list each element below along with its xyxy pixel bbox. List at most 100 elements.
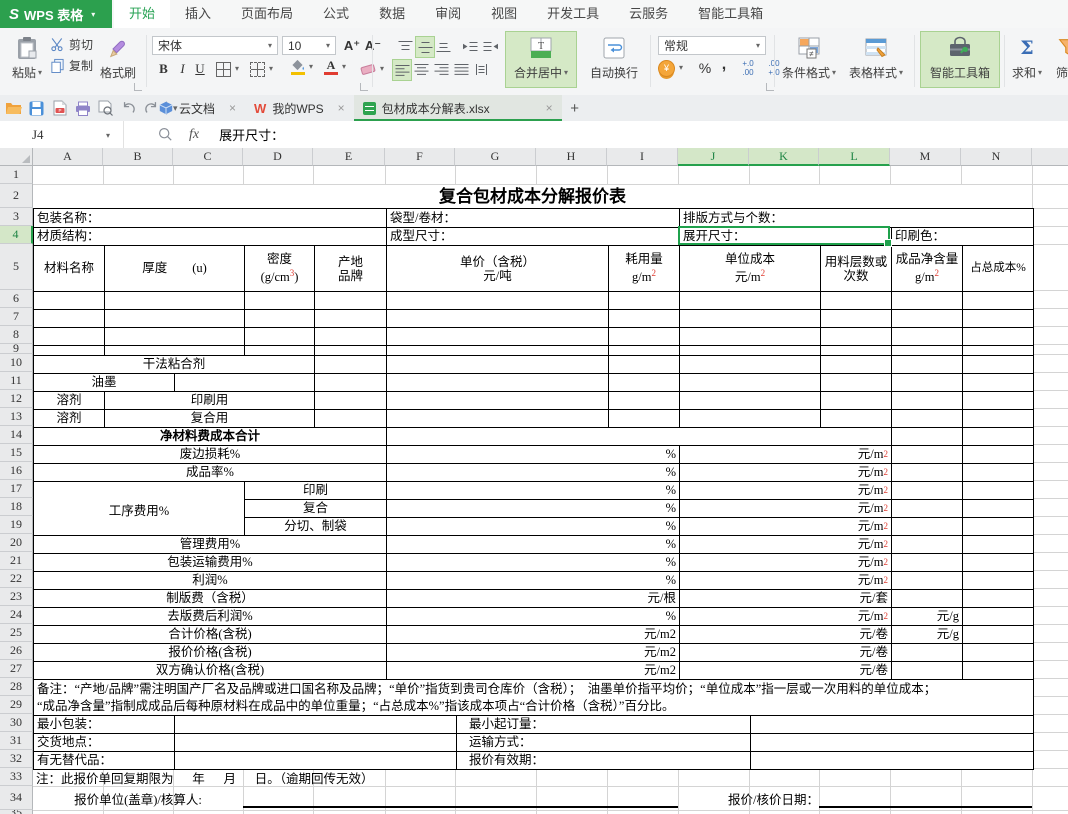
empty-cell[interactable] bbox=[962, 553, 1033, 571]
cell-total-price[interactable]: 合计价格(含税) bbox=[34, 625, 386, 643]
empty-cell[interactable] bbox=[962, 427, 1033, 445]
date-line[interactable] bbox=[819, 786, 1032, 808]
search-icon[interactable] bbox=[158, 127, 173, 142]
row-header[interactable]: 6 bbox=[0, 290, 33, 308]
row-header[interactable]: 8 bbox=[0, 326, 33, 344]
empty-cell[interactable] bbox=[608, 391, 679, 409]
row-header[interactable]: 22 bbox=[0, 570, 33, 588]
empty-cell[interactable] bbox=[820, 391, 891, 409]
align-left-button[interactable] bbox=[392, 59, 412, 81]
cell-unit[interactable]: 元/m2 bbox=[679, 481, 891, 499]
empty-cell[interactable] bbox=[891, 291, 962, 309]
empty-cell[interactable] bbox=[608, 345, 679, 355]
empty-cell[interactable] bbox=[962, 589, 1033, 607]
col-layer-count[interactable]: 用料层数或 次数 bbox=[820, 245, 891, 291]
empty-cell[interactable] bbox=[34, 309, 104, 327]
empty-cell[interactable] bbox=[820, 345, 891, 355]
empty-cell[interactable] bbox=[314, 391, 386, 409]
empty-cell[interactable] bbox=[962, 391, 1033, 409]
menu-tab-smart-toolbox[interactable]: 智能工具箱 bbox=[683, 0, 778, 28]
print-preview-button[interactable] bbox=[97, 100, 114, 117]
empty-cell[interactable] bbox=[679, 355, 820, 373]
empty-cell[interactable] bbox=[962, 309, 1033, 327]
signature-line[interactable] bbox=[243, 786, 678, 808]
menu-tab-developer[interactable]: 开发工具 bbox=[532, 0, 614, 28]
cell-net-material-total[interactable]: 净材料费成本合计 bbox=[34, 427, 386, 445]
row-header[interactable]: 5 bbox=[0, 244, 33, 290]
empty-cell[interactable] bbox=[962, 291, 1033, 309]
increase-font-button[interactable]: A⁺ bbox=[342, 36, 362, 56]
row-header[interactable]: 2 bbox=[0, 184, 33, 208]
empty-cell[interactable] bbox=[386, 427, 891, 445]
cell-process-fee[interactable]: 工序费用% bbox=[34, 481, 244, 536]
empty-cell[interactable] bbox=[314, 291, 386, 309]
row-header[interactable]: 26 bbox=[0, 642, 33, 660]
col-header-f[interactable]: F bbox=[385, 148, 455, 166]
align-center-button[interactable] bbox=[412, 59, 430, 79]
font-color-button[interactable]: A ▾ bbox=[324, 57, 346, 77]
cell-quote-unit-sign[interactable]: 报价单位(盖章)/核算人: bbox=[33, 786, 243, 810]
save-button[interactable] bbox=[28, 100, 45, 117]
increase-decimal-button[interactable]: +.0 .00 bbox=[736, 58, 760, 78]
empty-cell[interactable] bbox=[608, 409, 679, 427]
row-header[interactable]: 35 bbox=[0, 810, 33, 814]
new-tab-button[interactable]: + bbox=[562, 95, 588, 121]
cell-quote-date-label[interactable]: 报价/核价日期： bbox=[678, 786, 819, 810]
col-consumption[interactable]: 耗用量 g/m2 bbox=[608, 245, 679, 291]
empty-cell[interactable] bbox=[34, 291, 104, 309]
empty-cell[interactable] bbox=[244, 291, 314, 309]
align-right-button[interactable] bbox=[432, 59, 450, 79]
row-header[interactable]: 24 bbox=[0, 606, 33, 624]
cut-button[interactable]: 剪切 bbox=[50, 34, 93, 54]
empty-cell[interactable] bbox=[679, 373, 820, 391]
cell-min-package[interactable]: 最小包装： bbox=[34, 715, 174, 733]
comma-format-button[interactable]: , bbox=[718, 55, 730, 75]
col-header-d[interactable]: D bbox=[243, 148, 313, 166]
col-material-name[interactable]: 材料名称 bbox=[34, 245, 104, 291]
row-header[interactable]: 11 bbox=[0, 372, 33, 390]
empty-cell[interactable] bbox=[891, 373, 962, 391]
empty-cell[interactable] bbox=[314, 409, 386, 427]
row-header[interactable]: 32 bbox=[0, 750, 33, 768]
cell-remarks[interactable]: 备注：“产地/品牌”需注明国产厂名及品牌或进口国名称及品牌；“单价”指货到贵司仓… bbox=[34, 679, 1033, 715]
col-header-a[interactable]: A bbox=[33, 148, 103, 166]
empty-cell[interactable] bbox=[891, 309, 962, 327]
empty-cell[interactable] bbox=[34, 345, 104, 355]
empty-cell[interactable] bbox=[891, 427, 962, 445]
empty-cell[interactable] bbox=[891, 535, 962, 553]
empty-cell[interactable] bbox=[244, 309, 314, 327]
row-header[interactable]: 4 bbox=[0, 226, 33, 244]
cell-substitute[interactable]: 有无替代品： bbox=[34, 751, 174, 769]
empty-cell[interactable] bbox=[750, 733, 1033, 751]
row-header[interactable]: 30 bbox=[0, 714, 33, 732]
cell-unit[interactable]: 元/m2 bbox=[679, 553, 891, 571]
empty-cell[interactable] bbox=[820, 327, 891, 345]
cell-pct[interactable]: % bbox=[386, 481, 679, 499]
cell-unit[interactable]: 元/卷 bbox=[679, 661, 891, 679]
cell-unit[interactable]: 元/m2 bbox=[679, 571, 891, 589]
empty-cell[interactable] bbox=[820, 355, 891, 373]
underline-button[interactable]: U bbox=[192, 59, 208, 79]
fill-color-button[interactable]: ▾ bbox=[290, 57, 313, 77]
align-top-button[interactable] bbox=[396, 36, 414, 56]
col-header-partial[interactable] bbox=[1032, 148, 1068, 166]
empty-cell[interactable] bbox=[891, 589, 962, 607]
cell-unit[interactable]: 元/m2 bbox=[679, 445, 891, 463]
col-density[interactable]: 密度 (g/cm3) bbox=[244, 245, 314, 291]
cell-solvent-laminate[interactable]: 溶剂 bbox=[34, 409, 104, 427]
empty-cell[interactable] bbox=[962, 373, 1033, 391]
menu-tab-review[interactable]: 审阅 bbox=[420, 0, 476, 28]
sum-button[interactable]: Σ 求和▾ bbox=[1008, 31, 1046, 88]
empty-cell[interactable] bbox=[891, 391, 962, 409]
empty-cell[interactable] bbox=[820, 309, 891, 327]
empty-cell[interactable] bbox=[608, 327, 679, 345]
cell-quote-validity[interactable]: 报价有效期： bbox=[456, 751, 750, 769]
col-origin-brand[interactable]: 产地 品牌 bbox=[314, 245, 386, 291]
close-icon[interactable]: × bbox=[338, 101, 345, 115]
empty-cell[interactable] bbox=[314, 373, 386, 391]
row-header[interactable]: 34 bbox=[0, 786, 33, 810]
conditional-format-button[interactable]: ≠ 条件格式▾ bbox=[778, 31, 840, 88]
empty-cell[interactable] bbox=[386, 327, 608, 345]
increase-indent-button[interactable] bbox=[481, 36, 500, 56]
col-header-i[interactable]: I bbox=[607, 148, 678, 166]
